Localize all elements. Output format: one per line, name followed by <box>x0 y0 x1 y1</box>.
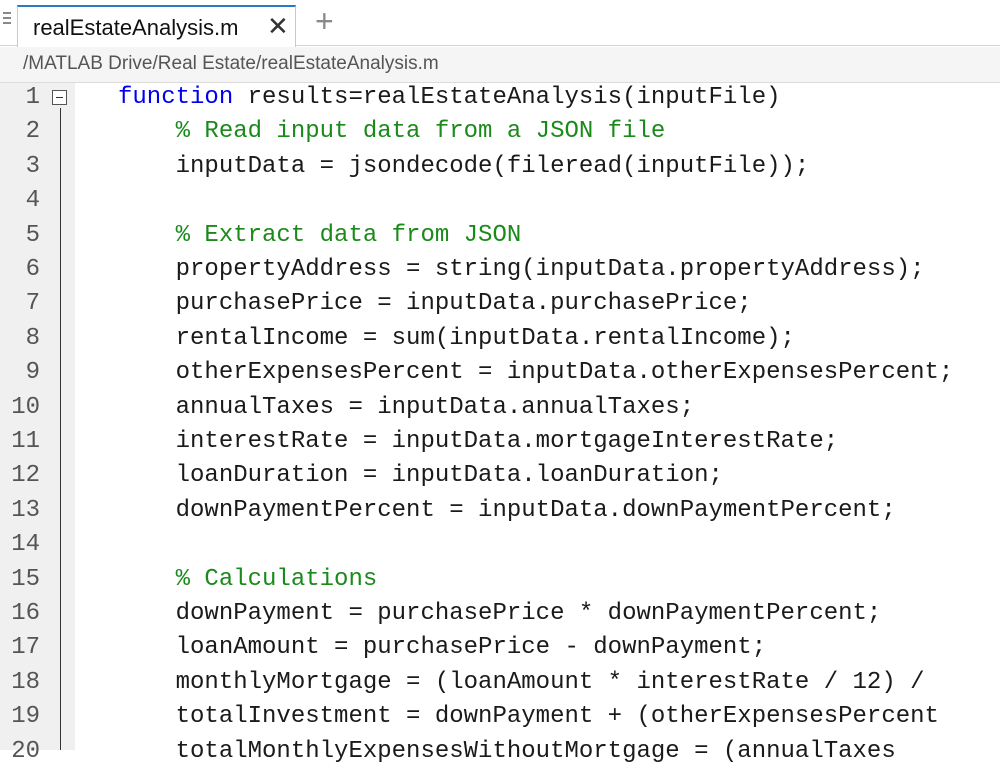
tab-title: realEstateAnalysis.m <box>33 15 239 40</box>
line-number: 7 <box>25 290 40 318</box>
code-line[interactable]: downPaymentPercent = inputData.downPayme… <box>118 494 896 528</box>
line-number: 3 <box>25 152 40 180</box>
line-number: 13 <box>11 496 40 524</box>
line-number: 9 <box>25 359 40 387</box>
code-line[interactable]: inputData = jsondecode(fileread(inputFil… <box>118 150 810 184</box>
code-text: loanDuration = inputData.loanDuration; <box>175 462 723 490</box>
comment-token: % Read input data from a JSON file <box>175 118 666 146</box>
comment-token: % Extract data from JSON <box>175 221 522 249</box>
code-line[interactable]: otherExpensesPercent = inputData.otherEx… <box>118 356 954 390</box>
code-line[interactable]: function results=realEstateAnalysis(inpu… <box>118 81 781 115</box>
code-text: purchasePrice = inputData.purchasePrice; <box>175 290 752 318</box>
add-tab-icon[interactable]: + <box>315 5 334 37</box>
file-path-bar: /MATLAB Drive/Real Estate/realEstateAnal… <box>0 47 1000 83</box>
close-icon[interactable]: ✕ <box>267 13 289 39</box>
line-number: 10 <box>11 393 40 421</box>
code-text: propertyAddress = string(inputData.prope… <box>175 256 925 283</box>
line-number: 4 <box>25 187 40 215</box>
line-number: 14 <box>11 531 40 559</box>
line-number: 12 <box>11 462 40 490</box>
line-number: 18 <box>11 668 40 696</box>
tab-realestateanalysis[interactable]: realEstateAnalysis.m ✕ <box>17 5 296 47</box>
code-line[interactable]: loanAmount = purchasePrice - downPayment… <box>118 631 767 665</box>
code-line[interactable]: interestRate = inputData.mortgageInteres… <box>118 425 839 459</box>
code-text: results=realEstateAnalysis(inputFile) <box>233 84 781 111</box>
code-text: downPayment = purchasePrice * downPaymen… <box>175 600 882 627</box>
line-number: 20 <box>11 737 40 765</box>
code-line[interactable]: rentalIncome = sum(inputData.rentalIncom… <box>118 322 795 356</box>
file-path: /MATLAB Drive/Real Estate/realEstateAnal… <box>23 53 439 74</box>
code-line[interactable]: annualTaxes = inputData.annualTaxes; <box>118 391 694 425</box>
fold-guide <box>60 108 61 750</box>
code-line[interactable]: purchasePrice = inputData.purchasePrice; <box>118 287 752 321</box>
code-line[interactable]: loanDuration = inputData.loanDuration; <box>118 459 723 493</box>
code-line[interactable]: downPayment = purchasePrice * downPaymen… <box>118 597 882 631</box>
line-number: 19 <box>11 703 40 731</box>
line-number: 15 <box>11 565 40 593</box>
code-text: interestRate = inputData.mortgageInteres… <box>175 428 839 455</box>
code-text: downPaymentPercent = inputData.downPayme… <box>175 496 896 524</box>
code-text: loanAmount = purchasePrice - downPayment… <box>175 634 767 662</box>
code-text: otherExpensesPercent = inputData.otherEx… <box>175 359 954 387</box>
line-number: 11 <box>11 428 40 455</box>
code-line[interactable]: totalInvestment = downPayment + (otherEx… <box>118 700 939 734</box>
code-text: annualTaxes = inputData.annualTaxes; <box>175 393 695 421</box>
line-number: 1 <box>25 84 40 111</box>
code-line[interactable]: % Read input data from a JSON file <box>118 115 666 149</box>
line-number: 6 <box>25 256 40 283</box>
code-line[interactable]: monthlyMortgage = (loanAmount * interest… <box>118 666 925 700</box>
keyword-token: function <box>118 84 234 111</box>
code-text: totalInvestment = downPayment + (otherEx… <box>175 703 939 731</box>
code-line[interactable]: % Extract data from JSON <box>118 219 522 253</box>
line-number: 5 <box>25 221 40 249</box>
code-text: rentalIncome = sum(inputData.rentalIncom… <box>175 324 795 352</box>
collapse-icon[interactable] <box>52 90 67 105</box>
code-text: totalMonthlyExpensesWithoutMortgage = (a… <box>175 737 896 765</box>
code-line[interactable]: propertyAddress = string(inputData.prope… <box>118 253 925 287</box>
line-number: 2 <box>25 118 40 146</box>
line-number: 17 <box>11 634 40 662</box>
line-number: 8 <box>25 324 40 352</box>
code-text: monthlyMortgage = (loanAmount * interest… <box>175 668 925 696</box>
comment-token: % Calculations <box>175 565 378 593</box>
code-line[interactable]: % Calculations <box>118 563 378 597</box>
code-text: inputData = jsondecode(fileread(inputFil… <box>175 152 810 180</box>
drag-grip-icon[interactable] <box>3 12 12 32</box>
code-line[interactable]: totalMonthlyExpensesWithoutMortgage = (a… <box>118 735 896 769</box>
editor-tab-bar: realEstateAnalysis.m ✕ + <box>0 0 1000 47</box>
line-number: 16 <box>11 600 40 627</box>
